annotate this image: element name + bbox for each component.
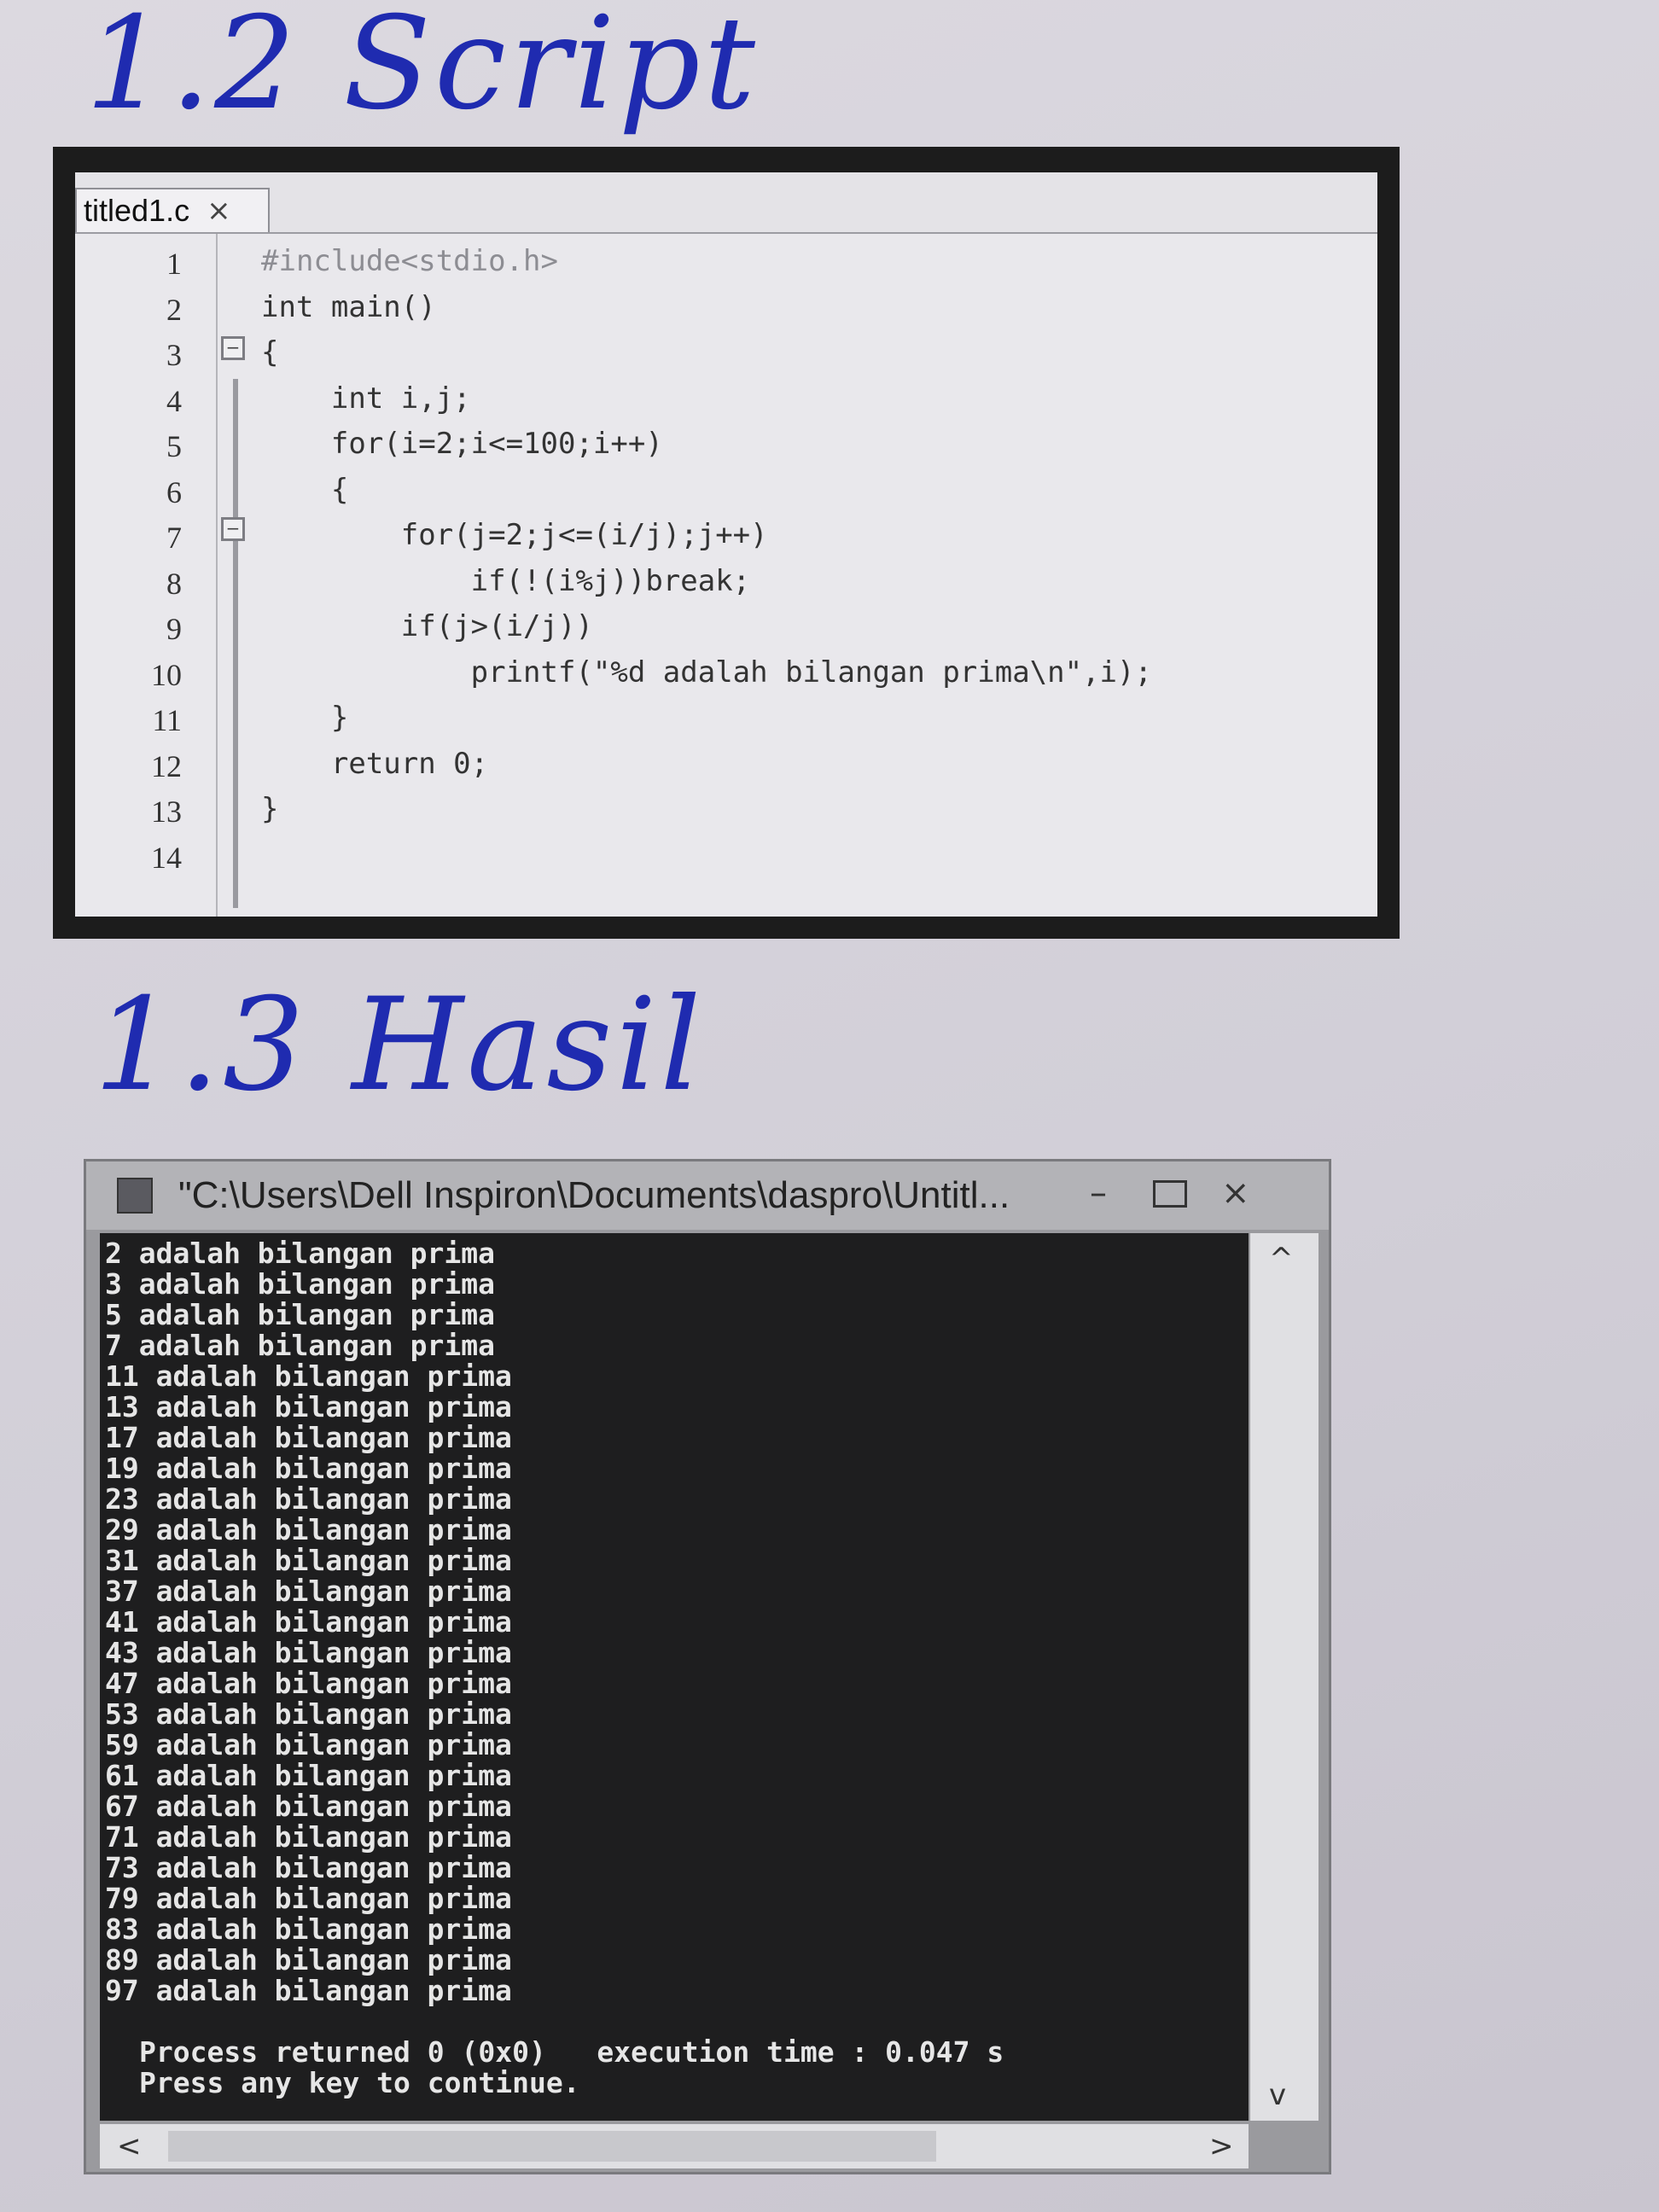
line-number: 13 bbox=[151, 795, 182, 829]
code-text: #include<stdio.h> bbox=[261, 244, 558, 278]
code-line: 11 } bbox=[75, 699, 1377, 744]
editor-tab[interactable]: titled1.c × bbox=[75, 188, 270, 232]
console-output-line: 89 adalah bilangan prima bbox=[105, 1943, 512, 1976]
code-line: 13} bbox=[75, 790, 1377, 835]
code-line: 12 return 0; bbox=[75, 745, 1377, 790]
line-number: 11 bbox=[152, 703, 182, 737]
close-window-icon[interactable]: × bbox=[1221, 1173, 1250, 1213]
console-output-line: 47 adalah bilangan prima bbox=[105, 1667, 512, 1700]
close-icon[interactable]: × bbox=[207, 194, 231, 228]
line-number: 3 bbox=[166, 338, 182, 372]
code-line: 6 { bbox=[75, 471, 1377, 516]
code-text: int main() bbox=[261, 289, 436, 324]
console-titlebar[interactable]: "C:\Users\Dell Inspiron\Documents\daspro… bbox=[86, 1161, 1329, 1230]
vertical-scrollbar[interactable]: ^ v bbox=[1250, 1233, 1318, 2121]
line-number: 14 bbox=[151, 840, 182, 875]
console-output-line: 31 adalah bilangan prima bbox=[105, 1544, 512, 1577]
code-text: return 0; bbox=[261, 746, 489, 781]
scroll-up-icon[interactable]: ^ bbox=[1269, 1242, 1294, 1276]
line-number: 9 bbox=[166, 612, 182, 646]
console-output-line: 17 adalah bilangan prima bbox=[105, 1421, 512, 1454]
code-text: printf("%d adalah bilangan prima\n",i); bbox=[261, 655, 1152, 690]
code-text: { bbox=[261, 472, 349, 507]
console-output-line: 53 adalah bilangan prima bbox=[105, 1697, 512, 1731]
minimize-icon[interactable]: – bbox=[1090, 1173, 1107, 1213]
console-output-line: 13 adalah bilangan prima bbox=[105, 1390, 512, 1423]
console-title: "C:\Users\Dell Inspiron\Documents\daspro… bbox=[178, 1174, 1010, 1216]
console-output-line: 83 adalah bilangan prima bbox=[105, 1912, 512, 1946]
console-output-line: 11 adalah bilangan prima bbox=[105, 1359, 512, 1393]
console-output-line: 19 adalah bilangan prima bbox=[105, 1452, 512, 1485]
console-output-line: 5 adalah bilangan prima bbox=[105, 1298, 495, 1331]
code-line: 8 if(!(i%j))break; bbox=[75, 562, 1377, 608]
code-line: 5 for(i=2;i<=100;i++) bbox=[75, 425, 1377, 470]
console-output-line: 37 adalah bilangan prima bbox=[105, 1575, 512, 1608]
editor-tab-bar: titled1.c × bbox=[75, 172, 1377, 234]
heading-hasil: 1.3 Hasil bbox=[94, 971, 705, 1120]
code-text: for(j=2;j<=(i/j);j++) bbox=[261, 518, 768, 552]
line-number: 4 bbox=[166, 383, 182, 418]
console-output-line: 73 adalah bilangan prima bbox=[105, 1851, 512, 1884]
code-line: 2 int main() bbox=[75, 288, 1377, 334]
code-text: for(i=2;i<=100;i++) bbox=[261, 427, 663, 461]
horizontal-scrollbar[interactable]: < > bbox=[100, 2124, 1249, 2168]
console-output-line: 67 adalah bilangan prima bbox=[105, 1790, 512, 1823]
code-line: 1 #include<stdio.h> bbox=[75, 242, 1377, 288]
line-number: 8 bbox=[166, 566, 182, 601]
code-line: 4 int i,j; bbox=[75, 380, 1377, 425]
console-window: "C:\Users\Dell Inspiron\Documents\daspro… bbox=[84, 1159, 1331, 2174]
heading-script: 1.2 Script bbox=[85, 0, 759, 138]
maximize-icon[interactable] bbox=[1153, 1180, 1187, 1208]
line-number: 2 bbox=[166, 292, 182, 327]
scroll-thumb[interactable] bbox=[168, 2131, 936, 2162]
press-any-key-line: Press any key to continue. bbox=[139, 2066, 580, 2099]
console-output-line: 29 adalah bilangan prima bbox=[105, 1513, 512, 1546]
scroll-left-icon[interactable]: < bbox=[117, 2129, 142, 2163]
console-output-line: 3 adalah bilangan prima bbox=[105, 1267, 495, 1301]
line-number: 6 bbox=[166, 474, 182, 509]
code-line: 9 if(j>(i/j)) bbox=[75, 608, 1377, 653]
code-text: if(!(i%j))break; bbox=[261, 563, 751, 598]
code-line: 7 for(j=2;j<=(i/j);j++) bbox=[75, 516, 1377, 562]
editor-body[interactable]: − − 1 #include<stdio.h> 2 int main() 3{4 int… bbox=[75, 234, 1377, 917]
line-number: 1 bbox=[166, 247, 182, 281]
console-output-line: 23 adalah bilangan prima bbox=[105, 1482, 512, 1516]
scroll-down-icon[interactable]: v bbox=[1269, 2078, 1286, 2112]
console-output-line: 59 adalah bilangan prima bbox=[105, 1728, 512, 1761]
code-text: if(j>(i/j)) bbox=[261, 609, 593, 643]
scroll-right-icon[interactable]: > bbox=[1209, 2129, 1234, 2163]
console-output-line: 79 adalah bilangan prima bbox=[105, 1882, 512, 1915]
code-line: 10 printf("%d adalah bilangan prima\n",i… bbox=[75, 654, 1377, 699]
code-text: { bbox=[261, 335, 279, 370]
line-number: 12 bbox=[151, 748, 182, 783]
console-output-line: 71 adalah bilangan prima bbox=[105, 1820, 512, 1854]
code-text: int i,j; bbox=[261, 381, 471, 416]
console-output-line: 41 adalah bilangan prima bbox=[105, 1605, 512, 1639]
code-line: 3{ bbox=[75, 334, 1377, 379]
code-text: } bbox=[261, 792, 279, 826]
console-output-line: 43 adalah bilangan prima bbox=[105, 1636, 512, 1669]
console-output: 2 adalah bilangan prima 3 adalah bilangan… bbox=[100, 1233, 1249, 2121]
line-number: 5 bbox=[166, 429, 182, 463]
console-output-line: 97 adalah bilangan prima bbox=[105, 1974, 512, 2007]
editor-frame: titled1.c × − − 1 #include<stdio.h> 2 int m… bbox=[53, 147, 1400, 939]
editor-tab-label: titled1.c bbox=[84, 193, 190, 228]
line-number: 10 bbox=[151, 657, 182, 692]
console-output-line: 7 adalah bilangan prima bbox=[105, 1329, 495, 1362]
code-text: } bbox=[261, 701, 349, 735]
console-output-line: 61 adalah bilangan prima bbox=[105, 1759, 512, 1792]
code-line: 14 bbox=[75, 836, 1377, 882]
console-output-line: 2 adalah bilangan prima bbox=[105, 1237, 495, 1270]
console-app-icon bbox=[117, 1178, 153, 1214]
line-number: 7 bbox=[166, 521, 182, 555]
code-editor: titled1.c × − − 1 #include<stdio.h> 2 int m… bbox=[75, 172, 1377, 917]
process-status-line: Process returned 0 (0x0) execution time … bbox=[139, 2035, 1004, 2069]
